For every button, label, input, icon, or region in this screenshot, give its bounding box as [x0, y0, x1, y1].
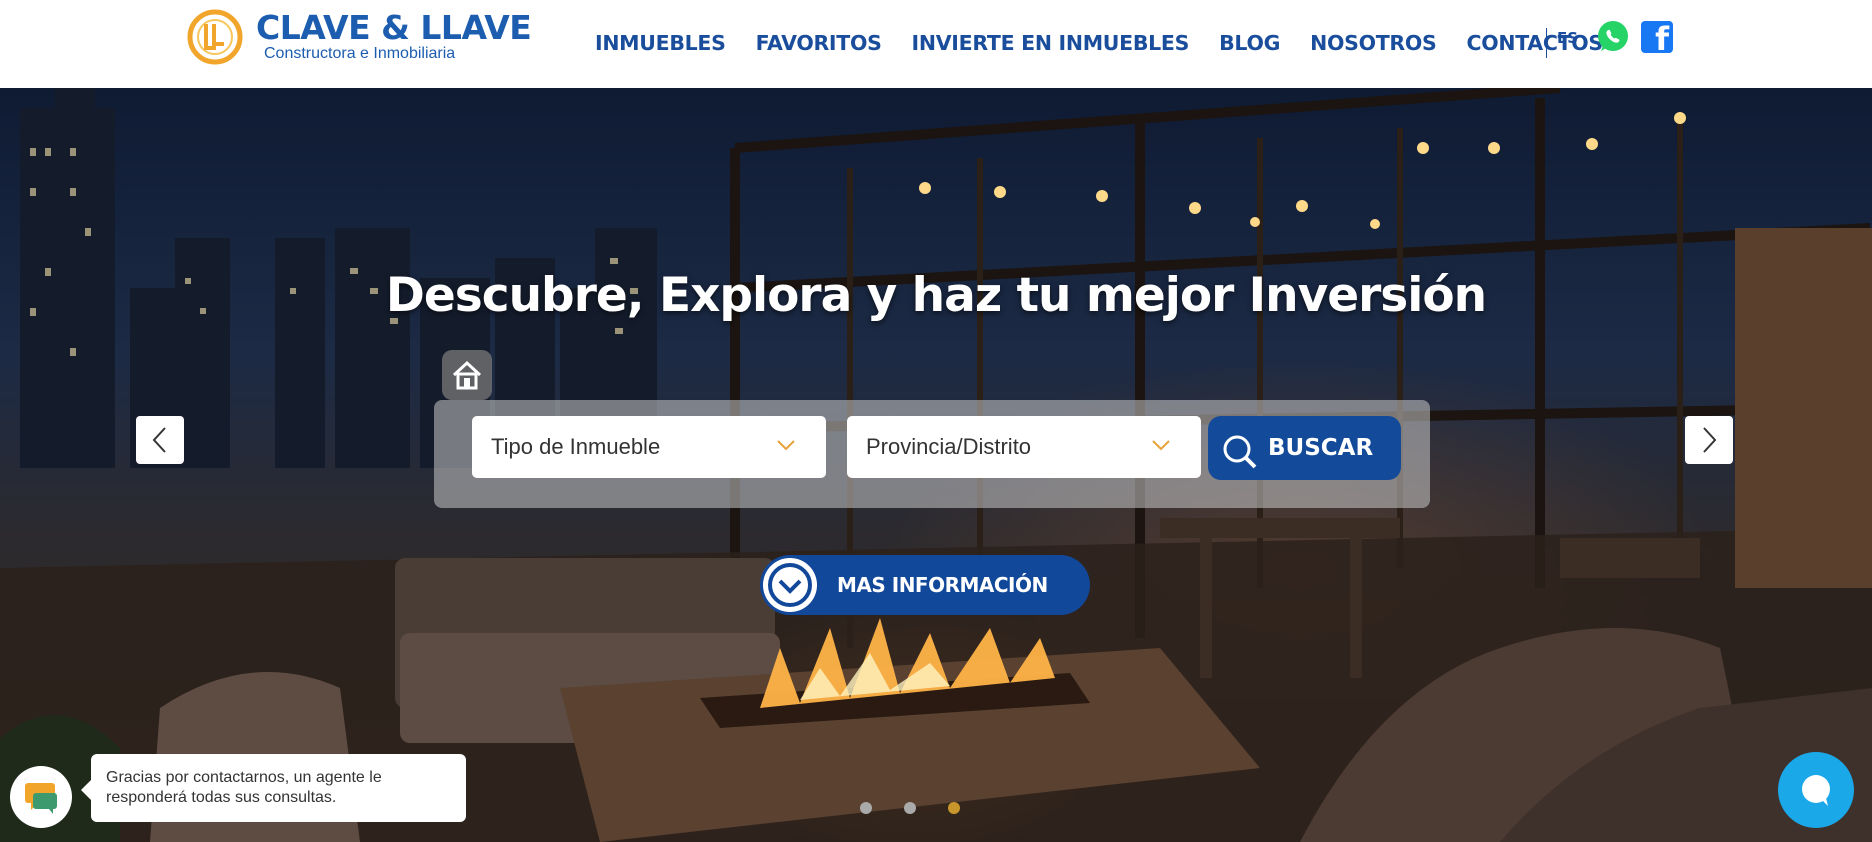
chat-agent-icon[interactable]	[10, 766, 72, 828]
chat-bubbles-icon	[25, 783, 57, 814]
chevron-left-icon	[152, 427, 166, 453]
chat-message-text: Gracias por contactarnos, un agente le r…	[106, 769, 382, 806]
main-nav: INMUEBLES FAVORITOS INVIERTE EN INMUEBLE…	[595, 31, 1633, 55]
chevron-down-icon	[1152, 440, 1170, 451]
hero-banner: Descubre, Explora y haz tu mejor Inversi…	[0, 88, 1872, 842]
chevron-right-icon	[1703, 427, 1717, 453]
nav-favoritos[interactable]: FAVORITOS	[756, 31, 882, 55]
location-label: Provincia/Distrito	[866, 434, 1032, 459]
logo-subtitle: Constructora e Inmobiliaria	[264, 45, 456, 62]
site-header: CLAVE & LLAVE Constructora e Inmobiliari…	[0, 0, 1872, 88]
location-select[interactable]: Provincia/Distrito	[847, 416, 1201, 478]
slide-dot-1[interactable]	[860, 802, 872, 814]
more-info-button[interactable]: MAS INFORMACIÓN	[760, 555, 1090, 615]
logo-mark-icon	[187, 9, 243, 65]
nav-inmuebles[interactable]: INMUEBLES	[595, 31, 726, 55]
logo-title: CLAVE & LLAVE	[256, 8, 532, 47]
live-chat-button[interactable]	[1778, 752, 1854, 828]
home-icon[interactable]	[442, 350, 492, 400]
nav-invierte[interactable]: INVIERTE EN INMUEBLES	[912, 31, 1190, 55]
slider-pagination	[860, 802, 992, 814]
whatsapp-icon[interactable]	[1596, 20, 1630, 54]
chat-icon	[1802, 775, 1830, 806]
slide-dot-2[interactable]	[904, 802, 916, 814]
slider-next-button[interactable]	[1685, 416, 1733, 464]
property-type-select[interactable]: Tipo de Inmueble	[472, 416, 826, 478]
chevron-down-circle-icon	[763, 558, 817, 612]
nav-nosotros[interactable]: NOSOTROS	[1310, 31, 1437, 55]
nav-divider	[1546, 28, 1547, 58]
hero-headline: Descubre, Explora y haz tu mejor Inversi…	[385, 268, 1487, 323]
search-panel: Tipo de Inmueble Provincia/Distrito BUSC…	[434, 400, 1430, 508]
property-type-label: Tipo de Inmueble	[491, 434, 661, 459]
logo[interactable]: CLAVE & LLAVE Constructora e Inmobiliari…	[186, 8, 532, 66]
nav-contactos[interactable]: CONTACTOS	[1466, 31, 1603, 55]
more-info-label: MAS INFORMACIÓN	[837, 573, 1048, 597]
slide-dot-3[interactable]	[948, 802, 960, 814]
chevron-down-icon	[777, 440, 795, 451]
chat-message-bubble: Gracias por contactarnos, un agente le r…	[81, 754, 466, 822]
search-button-label: BUSCAR	[1268, 435, 1374, 461]
search-icon	[1223, 435, 1257, 469]
nav-blog[interactable]: BLOG	[1219, 31, 1280, 55]
language-selector[interactable]: ES	[1557, 29, 1578, 47]
home-icon-glyph	[452, 360, 482, 390]
slider-prev-button[interactable]	[136, 416, 184, 464]
search-button[interactable]: BUSCAR	[1208, 416, 1401, 480]
facebook-icon[interactable]: f	[1641, 21, 1673, 53]
